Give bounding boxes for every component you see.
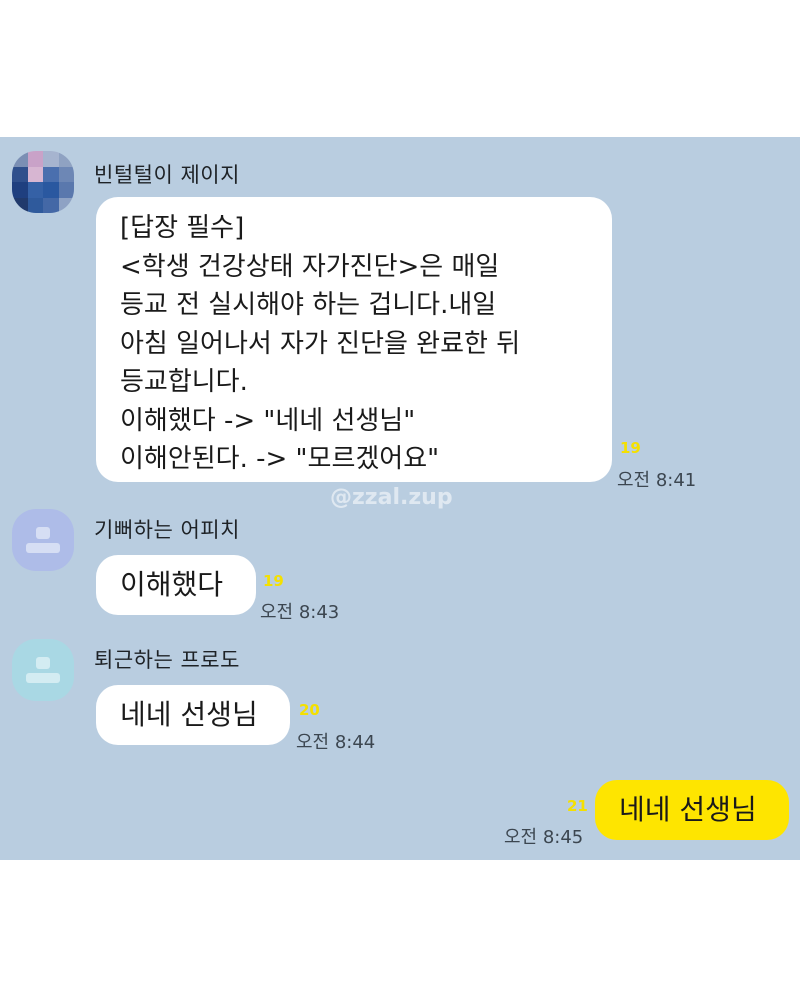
message-line: 이해안된다. -> "모르겠어요" (120, 444, 440, 474)
avatar-head-shape (36, 527, 50, 539)
chat-room: 빈털털이 제이지 [답장 필수] <학생 건강상태 자가진단>은 매일등교 전 실… (0, 137, 800, 860)
message-time: 오전 8:44 (296, 732, 376, 753)
unread-count: 20 (299, 701, 320, 719)
default-profile-icon[interactable] (12, 509, 74, 571)
message-line: 아침 일어나서 자가 진단을 완료한 뒤 (120, 328, 521, 359)
unread-count: 21 (567, 797, 588, 815)
message-line: 등교 전 실시해야 하는 겁니다.내일 (120, 290, 497, 320)
my-message-bubble[interactable]: 네네 선생님 (595, 780, 789, 840)
message-time: 오전 8:41 (617, 470, 697, 491)
avatar-body-shape (26, 673, 60, 683)
sender-name: 빈털털이 제이지 (94, 163, 240, 187)
watermark: @zzal.zup (330, 485, 453, 510)
profile-avatar-icon[interactable] (12, 151, 74, 213)
sender-name: 기뻐하는 어피치 (94, 518, 240, 542)
unread-count: 19 (263, 572, 284, 590)
message-text: 네네 선생님 (619, 793, 757, 826)
unread-count: 19 (620, 439, 641, 457)
message-time: 오전 8:43 (260, 602, 340, 623)
default-profile-icon[interactable] (12, 639, 74, 701)
message-line: <학생 건강상태 자가진단>은 매일 (120, 251, 500, 282)
message-line: 등교합니다. (120, 367, 248, 397)
message-line: [답장 필수] (120, 213, 245, 243)
avatar-head-shape (36, 657, 50, 669)
message-text: 이해했다 (120, 568, 224, 601)
message-bubble[interactable]: 이해했다 (96, 555, 256, 615)
message-line: 이해했다 -> "네네 선생님" (120, 405, 416, 436)
message-text: 네네 선생님 (120, 698, 258, 731)
message-time: 오전 8:45 (504, 827, 584, 848)
avatar-body-shape (26, 543, 60, 553)
message-bubble[interactable]: 네네 선생님 (96, 685, 290, 745)
sender-name: 퇴근하는 프로도 (94, 648, 240, 672)
message-bubble[interactable]: [답장 필수] <학생 건강상태 자가진단>은 매일등교 전 실시해야 하는 겁니… (96, 197, 612, 482)
